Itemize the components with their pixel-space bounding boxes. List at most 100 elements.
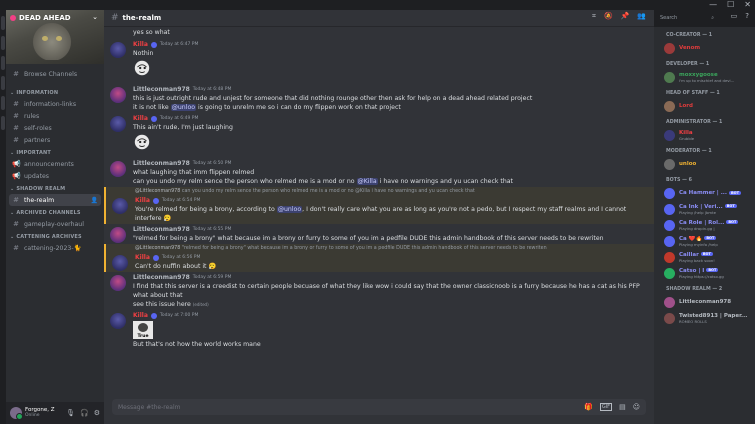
hash-icon: # (13, 136, 19, 144)
message-content: Nothin (133, 50, 154, 57)
gear-icon[interactable]: ⚙ (94, 409, 100, 417)
message-list[interactable]: yes so what Killa Today at 6:47 PM Nothin… (104, 27, 654, 395)
reply-preview[interactable]: @Littleconman978 "relmed for being a bro… (135, 245, 648, 253)
avatar[interactable] (110, 275, 126, 291)
author-name[interactable]: Killa (135, 197, 150, 204)
channel-partners[interactable]: # partners (6, 134, 104, 146)
sticker-image[interactable] (133, 59, 151, 77)
sticker-icon[interactable]: ▤ (619, 403, 626, 411)
message-content: this is just outright rude and unjest fo… (133, 95, 533, 102)
member-item[interactable]: moxxygoose i'm up to mischief and devi... (654, 69, 755, 85)
author-name[interactable]: Littleconman978 (133, 160, 190, 167)
avatar[interactable] (110, 227, 126, 243)
pin-icon[interactable]: 📌 (621, 12, 630, 21)
add-member-icon[interactable]: 👤 (91, 197, 98, 204)
channel-self-roles[interactable]: # self-roles (6, 122, 104, 134)
channel-updates[interactable]: 📢 updates (6, 170, 104, 182)
meme-image[interactable]: True (133, 321, 153, 339)
member-item[interactable]: unloo (654, 156, 755, 172)
member-item[interactable]: Twisted8913 | Paper... ROMEO ROLLS (654, 310, 755, 326)
user-mention[interactable]: @Killa (356, 178, 378, 185)
server-icon[interactable] (1, 116, 5, 130)
avatar[interactable] (110, 161, 126, 177)
message-content: Can't do nuffin about it 😮‍💨 (135, 263, 217, 270)
bot-badge: BOT (704, 236, 717, 240)
author-name[interactable]: Killa (133, 312, 148, 319)
category-information[interactable]: ⌄ INFORMATION (6, 86, 104, 98)
member-item[interactable]: Killa Grubble (654, 127, 755, 143)
member-item[interactable]: Catso | I BOT Playing https://catso.gg (654, 265, 755, 281)
member-item[interactable]: Ca Ink | Veri... BOT Playing /help |bmte (654, 201, 755, 217)
member-item[interactable]: Ca ❤️🔥 BOT Playing myinfo /help (654, 233, 755, 249)
server-icon[interactable] (1, 16, 5, 30)
member-item[interactable]: Calllar BOT Playing back soon! (654, 249, 755, 265)
message-highlighted: @Littleconman978 can you undo my relm se… (104, 187, 654, 224)
gif-icon[interactable]: GIF (599, 403, 613, 411)
channel-gameplay-overhaul[interactable]: # gameplay-overhaul (6, 218, 104, 230)
avatar (664, 42, 675, 54)
chevron-down-icon[interactable]: ⌄ (92, 13, 98, 21)
emoji-icon[interactable]: ☺ (633, 403, 640, 411)
server-banner[interactable]: DEAD AHEAD ⌄ (6, 10, 104, 64)
category-cattening-archives[interactable]: ⌄ CATTENING ARCHIVES (6, 230, 104, 242)
members-icon[interactable]: 👥 (637, 12, 646, 21)
channel-cattening-2023[interactable]: # cattening-2023-🐈 (6, 242, 104, 254)
maximize-button[interactable]: ☐ (727, 0, 734, 10)
edited-label: (edited) (192, 302, 209, 307)
message: Littleconman978 Today at 6:48 PM this is … (104, 84, 654, 113)
avatar[interactable] (110, 87, 126, 103)
mute-bell-icon[interactable]: 🔕 (604, 12, 613, 21)
channel-the-realm[interactable]: # the-realm 👤 (9, 194, 101, 206)
server-icon[interactable] (1, 56, 5, 70)
help-icon[interactable]: ? (745, 12, 749, 20)
server-icon[interactable] (1, 76, 5, 90)
avatar[interactable] (110, 116, 126, 132)
author-name[interactable]: Littleconman978 (133, 226, 190, 233)
channel-announcements[interactable]: 📢 announcements (6, 158, 104, 170)
close-button[interactable]: ✕ (744, 0, 751, 10)
server-icon[interactable] (1, 96, 5, 110)
author-name[interactable]: Killa (135, 254, 150, 261)
role-badge-icon (152, 197, 159, 204)
avatar[interactable] (112, 198, 128, 214)
message-content: You're relmed for being a brony, accordi… (135, 206, 627, 222)
avatar[interactable] (10, 407, 23, 420)
category-archived-channels[interactable]: ⌄ ARCHIVED CHANNELS (6, 206, 104, 218)
member-item[interactable]: Venom (654, 40, 755, 56)
member-item[interactable]: Ca Hammer | ... BOT (654, 185, 755, 201)
avatar[interactable] (110, 313, 126, 329)
threads-icon[interactable]: ⌗ (592, 12, 596, 21)
gift-icon[interactable]: 🎁 (584, 403, 593, 411)
user-mention[interactable]: @unloo (276, 206, 303, 213)
headphones-icon[interactable]: 🎧 (80, 409, 89, 417)
avatar[interactable] (110, 42, 126, 58)
channel-rules[interactable]: # rules (6, 110, 104, 122)
search-input[interactable]: Search ⌕ (656, 13, 718, 24)
category-shadow-realm[interactable]: ⌄ SHADOW REALM (6, 182, 104, 194)
member-item[interactable]: Littleconman978 (654, 294, 755, 310)
member-item[interactable]: Lord (654, 98, 755, 114)
author-name[interactable]: Killa (133, 115, 148, 122)
megaphone-icon: 📢 (12, 160, 21, 168)
message-input[interactable]: Message #the-realm (118, 404, 584, 411)
message: Littleconman978 Today at 6:55 PM "relmed … (104, 224, 654, 244)
reply-preview[interactable]: @Littleconman978 can you undo my relm se… (135, 188, 648, 196)
minimize-button[interactable]: — (709, 0, 717, 10)
user-mention[interactable]: @unloo (170, 104, 197, 111)
sticker-image[interactable] (133, 133, 151, 151)
server-name[interactable]: DEAD AHEAD (10, 14, 71, 22)
browse-channels[interactable]: # Browse Channels (6, 68, 104, 80)
author-name[interactable]: Littleconman978 (133, 86, 190, 93)
inbox-icon[interactable]: ▭ (731, 12, 738, 20)
microphone-icon[interactable]: 🎙 (66, 409, 75, 417)
author-name[interactable]: Littleconman978 (133, 274, 190, 281)
channel-title: the-realm (122, 14, 162, 22)
server-icon[interactable] (1, 36, 5, 50)
bot-badge: BOT (700, 252, 713, 256)
avatar[interactable] (112, 255, 128, 271)
category-important[interactable]: ⌄ IMPORTANT (6, 146, 104, 158)
channel-information-links[interactable]: # information-links (6, 98, 104, 110)
message-composer[interactable]: Message #the-realm 🎁 GIF ▤ ☺ (112, 399, 646, 415)
author-name[interactable]: Killa (133, 41, 148, 48)
member-item[interactable]: Ca Role | Rol... BOT Playing dropin.gg | (654, 217, 755, 233)
